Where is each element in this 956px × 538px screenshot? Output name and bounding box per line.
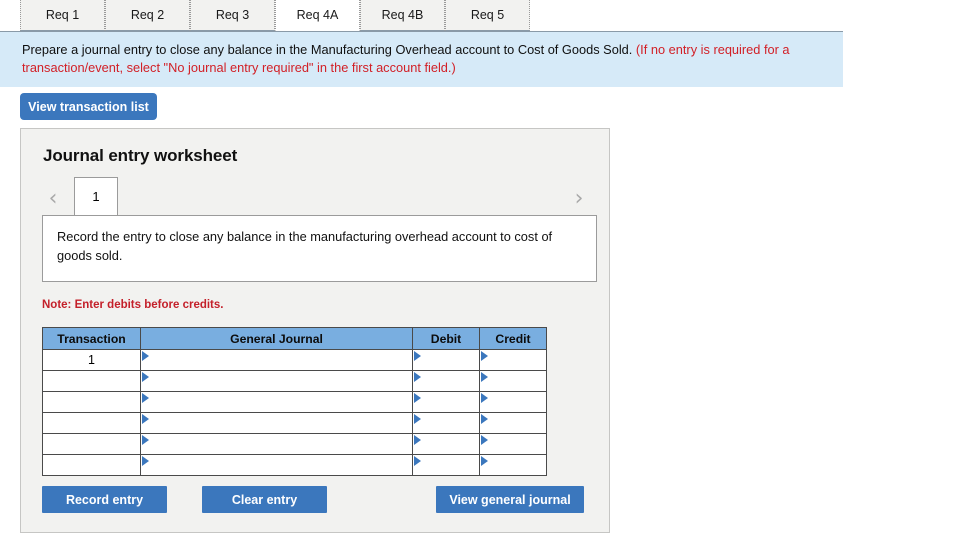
table-row — [42, 454, 547, 476]
cell-transaction[interactable] — [42, 454, 141, 476]
table-row — [42, 433, 547, 455]
cell-debit[interactable] — [412, 454, 480, 476]
tab-label: Req 5 — [470, 8, 505, 22]
cell-debit[interactable] — [412, 349, 480, 371]
cell-credit[interactable] — [479, 433, 547, 455]
page-tab-label: 1 — [92, 189, 100, 204]
column-header-transaction: Transaction — [42, 327, 141, 350]
question-prompt-banner: Prepare a journal entry to close any bal… — [0, 31, 843, 88]
tab-label: Req 3 — [215, 8, 250, 22]
worksheet-page-tab-1[interactable]: 1 — [74, 177, 118, 215]
column-header-debit: Debit — [412, 327, 480, 350]
cell-debit[interactable] — [412, 433, 480, 455]
table-header-row: Transaction General Journal Debit Credit — [42, 327, 547, 350]
entry-description-text: Record the entry to close any balance in… — [57, 229, 553, 263]
chevron-left-icon[interactable]: ‹ — [42, 186, 64, 212]
tab-req-5[interactable]: Req 5 — [445, 0, 530, 31]
cell-credit[interactable] — [479, 370, 547, 392]
cell-transaction[interactable]: 1 — [42, 349, 141, 371]
tab-label: Req 2 — [130, 8, 165, 22]
cell-general-journal[interactable] — [140, 349, 413, 371]
requirement-tab-list: Req 1 Req 2 Req 3 Req 4A Req 4B Req 5 — [20, 0, 530, 32]
cell-general-journal[interactable] — [140, 391, 413, 413]
table-row — [42, 412, 547, 434]
cell-debit[interactable] — [412, 412, 480, 434]
cell-credit[interactable] — [479, 391, 547, 413]
table-row: 1 — [42, 349, 547, 371]
tab-req-4a[interactable]: Req 4A — [275, 0, 360, 31]
column-header-general-journal: General Journal — [140, 327, 413, 350]
record-entry-button[interactable]: Record entry — [42, 486, 167, 513]
tab-req-4b[interactable]: Req 4B — [360, 0, 445, 31]
cell-general-journal[interactable] — [140, 412, 413, 434]
prompt-main-text: Prepare a journal entry to close any bal… — [22, 42, 633, 57]
view-general-journal-button[interactable]: View general journal — [436, 486, 584, 513]
entry-description-box: Record the entry to close any balance in… — [42, 215, 597, 282]
chevron-right-icon[interactable]: › — [568, 186, 590, 212]
debits-before-credits-note: Note: Enter debits before credits. — [42, 299, 224, 311]
cell-debit[interactable] — [412, 370, 480, 392]
table-row — [42, 391, 547, 413]
worksheet-title: Journal entry worksheet — [43, 146, 238, 165]
journal-entry-worksheet-panel: Journal entry worksheet ‹ › 1 Record the… — [20, 128, 610, 533]
tab-label: Req 4A — [296, 8, 339, 22]
cell-credit[interactable] — [479, 454, 547, 476]
journal-entry-table: Transaction General Journal Debit Credit… — [42, 327, 547, 476]
cell-transaction[interactable] — [42, 370, 141, 392]
cell-general-journal[interactable] — [140, 433, 413, 455]
view-transaction-list-button[interactable]: View transaction list — [20, 93, 157, 120]
table-row — [42, 370, 547, 392]
cell-general-journal[interactable] — [140, 370, 413, 392]
cell-credit[interactable] — [479, 349, 547, 371]
cell-transaction[interactable] — [42, 391, 141, 413]
column-header-credit: Credit — [479, 327, 547, 350]
tab-req-1[interactable]: Req 1 — [20, 0, 105, 31]
requirement-tab-bar: Req 1 Req 2 Req 3 Req 4A Req 4B Req 5 — [0, 0, 956, 32]
cell-debit[interactable] — [412, 391, 480, 413]
cell-transaction[interactable] — [42, 433, 141, 455]
clear-entry-button[interactable]: Clear entry — [202, 486, 327, 513]
tab-req-2[interactable]: Req 2 — [105, 0, 190, 31]
tab-label: Req 4B — [381, 8, 424, 22]
cell-general-journal[interactable] — [140, 454, 413, 476]
cell-credit[interactable] — [479, 412, 547, 434]
tab-label: Req 1 — [45, 8, 80, 22]
tab-req-3[interactable]: Req 3 — [190, 0, 275, 31]
cell-transaction[interactable] — [42, 412, 141, 434]
